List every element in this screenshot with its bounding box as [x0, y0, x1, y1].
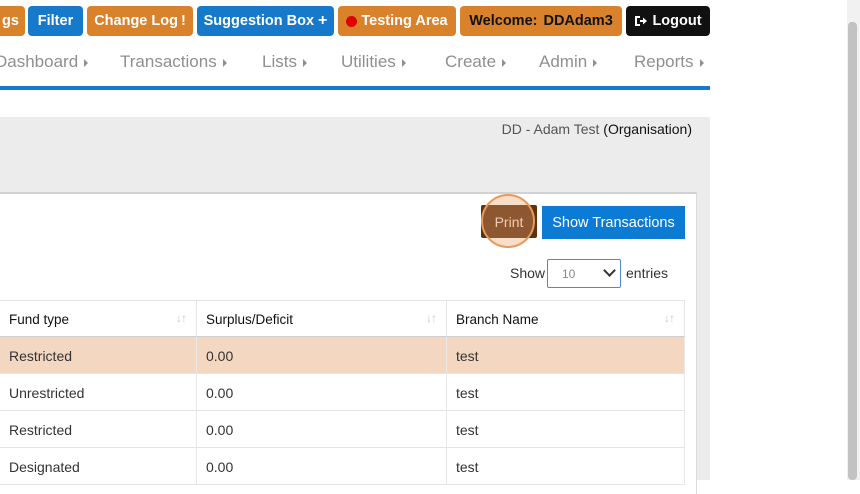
- welcome-label: Welcome:: [469, 13, 538, 29]
- show-label: Show: [510, 265, 546, 281]
- table-row-cell[interactable]: 0.00: [197, 411, 447, 448]
- sort-icon: ↓↑: [176, 311, 187, 325]
- logout-icon: [635, 16, 648, 26]
- filter-label: Filter: [37, 13, 74, 29]
- cell-text: test: [456, 385, 479, 401]
- organisation-label: DD - Adam Test (Organisation): [502, 121, 692, 137]
- changelog-button[interactable]: Change Log!: [87, 6, 193, 36]
- nav-underline: [0, 86, 710, 90]
- logout-label: Logout: [652, 13, 702, 29]
- cell-text: 0.00: [206, 459, 234, 475]
- nav-transactions[interactable]: Transactions: [120, 52, 227, 72]
- table-row-cell[interactable]: Restricted: [0, 411, 197, 448]
- caret-right-icon: [699, 59, 704, 67]
- entries-label: entries: [626, 265, 669, 281]
- col-header-branch-name[interactable]: Branch Name ↓↑: [447, 300, 685, 337]
- scrollbar-thumb[interactable]: [848, 22, 857, 480]
- table-row-cell[interactable]: Restricted: [0, 337, 197, 374]
- settings-button-partial[interactable]: gs: [0, 6, 25, 36]
- show-transactions-button[interactable]: Show Transactions: [542, 206, 685, 239]
- filter-button[interactable]: Filter: [28, 6, 83, 36]
- table-row-cell[interactable]: Unrestricted: [0, 374, 197, 411]
- table-row-cell[interactable]: test: [447, 411, 685, 448]
- nav-label: Create: [445, 52, 497, 71]
- entries-select[interactable]: 10: [547, 259, 621, 288]
- nav-label: Utilities: [341, 52, 396, 71]
- main-nav: Dashboard Transactions Lists Utilities C…: [0, 50, 710, 78]
- show-transactions-label: Show Transactions: [552, 214, 675, 231]
- suggestion-label: Suggestion Box: [203, 13, 315, 29]
- testing-label: Testing Area: [361, 13, 448, 29]
- cell-text: Designated: [9, 459, 80, 475]
- nav-dashboard[interactable]: Dashboard: [0, 52, 89, 72]
- nav-admin[interactable]: Admin: [539, 52, 598, 72]
- nav-label: Dashboard: [0, 52, 79, 71]
- caret-right-icon: [222, 59, 227, 67]
- suggestion-box-button[interactable]: Suggestion Box +: [197, 6, 334, 36]
- cell-text: Restricted: [9, 348, 73, 364]
- caret-right-icon: [302, 59, 307, 67]
- nav-utilities[interactable]: Utilities: [341, 52, 406, 72]
- org-type: (Organisation): [603, 121, 692, 137]
- table-row-cell[interactable]: 0.00: [197, 337, 447, 374]
- nav-reports[interactable]: Reports: [634, 52, 704, 72]
- cell-text: Unrestricted: [9, 385, 85, 401]
- testing-area-button[interactable]: Testing Area: [338, 6, 456, 36]
- header-label: Fund type: [9, 312, 70, 327]
- entries-value: 10: [562, 267, 576, 281]
- col-header-fund-type[interactable]: Fund type ↓↑: [0, 300, 197, 337]
- nav-lists[interactable]: Lists: [262, 52, 307, 72]
- changelog-label: Change Log: [94, 13, 178, 29]
- red-dot-icon: [346, 15, 358, 27]
- chevron-down-icon: [603, 264, 616, 277]
- cell-text: test: [456, 459, 479, 475]
- cell-text: 0.00: [206, 348, 234, 364]
- cell-text: 0.00: [206, 385, 234, 401]
- welcome-button[interactable]: Welcome: DDAdam3: [460, 6, 622, 36]
- cell-text: Restricted: [9, 422, 73, 438]
- click-highlight: [481, 194, 535, 248]
- caret-right-icon: [593, 59, 598, 67]
- nav-label: Lists: [262, 52, 297, 71]
- org-name: DD - Adam Test: [501, 121, 600, 137]
- settings-label: gs: [2, 13, 19, 29]
- username: DDAdam3: [543, 13, 613, 29]
- caret-right-icon: [401, 59, 406, 67]
- nav-label: Transactions: [120, 52, 217, 71]
- caret-right-icon: [502, 59, 507, 67]
- cell-text: 0.00: [206, 422, 234, 438]
- caret-right-icon: [84, 59, 89, 67]
- table-row-cell[interactable]: test: [447, 448, 685, 485]
- logout-button[interactable]: Logout: [626, 6, 710, 36]
- table-row-cell[interactable]: test: [447, 374, 685, 411]
- sort-icon: ↓↑: [426, 311, 437, 325]
- table-row-cell[interactable]: 0.00: [197, 448, 447, 485]
- cell-text: test: [456, 348, 479, 364]
- header-label: Surplus/Deficit: [206, 312, 294, 327]
- nav-create[interactable]: Create: [445, 52, 507, 72]
- table-row-cell[interactable]: Designated: [0, 448, 197, 485]
- plus-icon: +: [318, 12, 328, 29]
- col-header-surplus-deficit[interactable]: Surplus/Deficit ↓↑: [197, 300, 447, 337]
- nav-label: Admin: [539, 52, 588, 71]
- sort-icon: ↓↑: [664, 311, 675, 325]
- exclamation-icon: !: [180, 13, 186, 29]
- table-row-cell[interactable]: test: [447, 337, 685, 374]
- table-row-cell[interactable]: 0.00: [197, 374, 447, 411]
- header-label: Branch Name: [456, 312, 539, 327]
- nav-label: Reports: [634, 52, 694, 71]
- cell-text: test: [456, 422, 479, 438]
